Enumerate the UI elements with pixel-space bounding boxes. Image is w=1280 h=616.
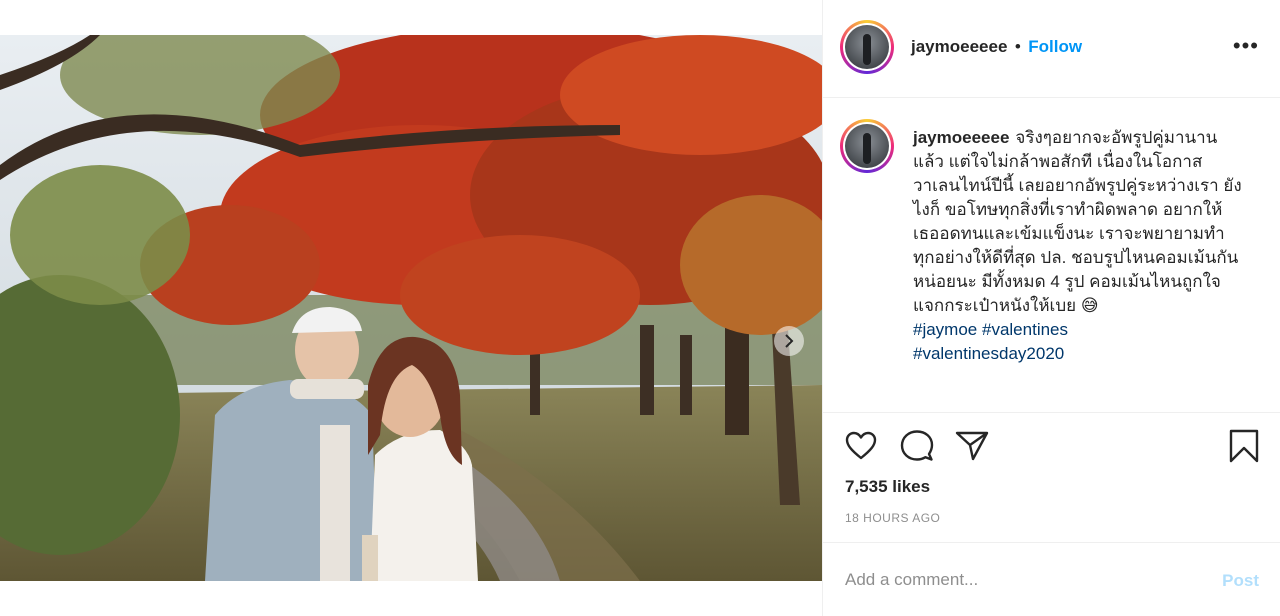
hashtag-link[interactable]: #valentines [982, 320, 1068, 339]
heart-icon [845, 431, 877, 460]
post-side-panel: jaymoeeeee • Follow ••• jaymoeeeee จริงๆอ… [822, 0, 1280, 616]
caption-text: จริงๆอยากจะอัพรูปคู่มานานแล้ว แต่ใจไม่กล… [913, 128, 1242, 315]
share-button[interactable] [955, 431, 989, 466]
header-username[interactable]: jaymoeeeee [911, 37, 1007, 56]
post-comment-button[interactable]: Post [1222, 571, 1259, 591]
post-photo-image [0, 35, 822, 581]
follow-button[interactable]: Follow [1028, 37, 1082, 56]
photo-area [0, 0, 822, 616]
next-arrow-icon [785, 334, 794, 348]
comment-button[interactable] [900, 430, 934, 467]
like-button[interactable] [845, 431, 877, 466]
post-caption: jaymoeeeee จริงๆอยากจะอัพรูปคู่มานานแล้ว … [913, 126, 1243, 366]
hashtag-link[interactable]: #valentinesday2020 [913, 344, 1064, 363]
comment-bar: Post [823, 542, 1280, 616]
header-bullet: • [1014, 37, 1021, 56]
more-options-button[interactable]: ••• [1232, 33, 1259, 58]
caption-emoji: 😅 [1080, 296, 1099, 315]
share-icon [955, 431, 989, 461]
hashtag-link[interactable]: #jaymoe [913, 320, 977, 339]
comment-input[interactable] [845, 567, 1205, 593]
post-photo[interactable] [0, 35, 822, 581]
avatar[interactable] [840, 20, 894, 74]
more-icon: ••• [1232, 33, 1259, 58]
save-button[interactable] [1229, 429, 1259, 468]
caption-username[interactable]: jaymoeeeee [913, 128, 1009, 147]
next-photo-button[interactable] [774, 326, 804, 356]
likes-count[interactable]: 7,535 likes [845, 477, 930, 497]
post-timestamp[interactable]: 18 HOURS AGO [845, 511, 940, 525]
caption-avatar[interactable] [840, 119, 894, 173]
post-header: jaymoeeeee • Follow ••• [823, 0, 1280, 98]
header-user-line: jaymoeeeee • Follow [911, 37, 1082, 57]
comment-icon [900, 430, 934, 461]
bookmark-icon [1229, 429, 1259, 463]
post-actions: 7,535 likes 18 HOURS AGO [823, 412, 1280, 542]
